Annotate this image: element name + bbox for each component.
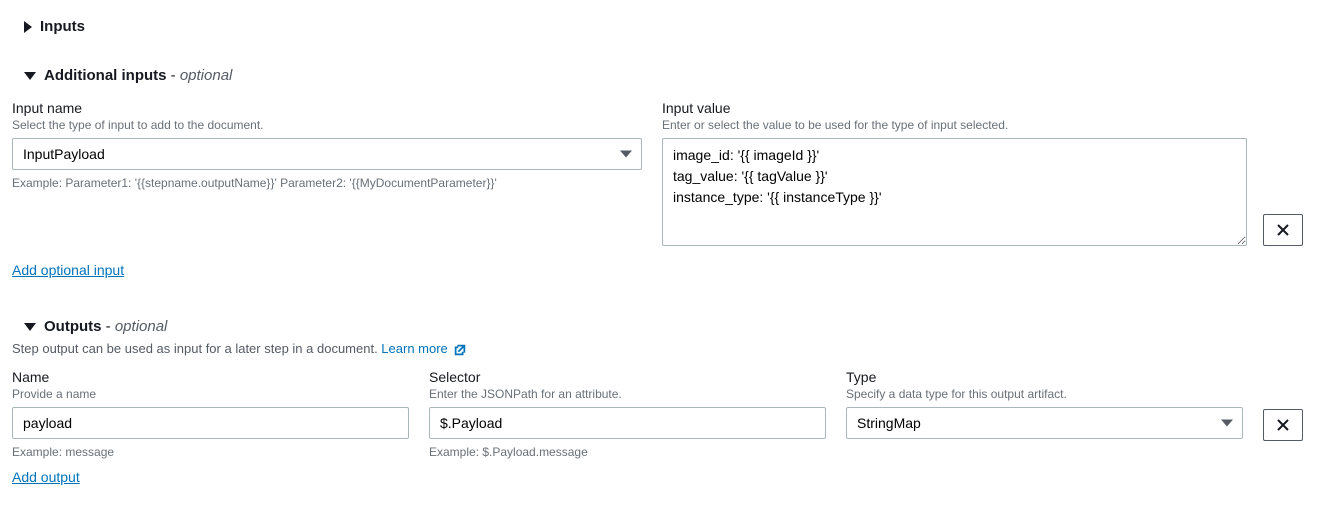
external-link-icon (453, 343, 467, 357)
output-name-input[interactable] (12, 407, 409, 439)
input-value-textarea[interactable] (662, 138, 1247, 246)
add-optional-input-link[interactable]: Add optional input (12, 262, 124, 278)
output-name-help: Provide a name (12, 387, 409, 401)
input-value-help: Enter or select the value to be used for… (662, 118, 1303, 132)
caret-down-icon (24, 323, 36, 331)
additional-inputs-section-header[interactable]: Additional inputs - optional (24, 67, 1303, 84)
outputs-title-text: Outputs (44, 318, 102, 335)
optional-label: optional (180, 67, 233, 84)
output-type-help: Specify a data type for this output arti… (846, 387, 1243, 401)
input-name-label: Input name (12, 100, 642, 116)
output-selector-field: Selector Enter the JSONPath for an attri… (429, 369, 826, 459)
output-type-label: Type (846, 369, 1243, 385)
output-name-label: Name (12, 369, 409, 385)
output-selector-input[interactable] (429, 407, 826, 439)
output-name-field: Name Provide a name Example: message (12, 369, 409, 459)
inputs-section-header[interactable]: Inputs (24, 18, 1303, 35)
inputs-title: Inputs (40, 18, 85, 35)
remove-input-button[interactable] (1263, 214, 1303, 246)
outputs-title: Outputs - optional (44, 318, 167, 335)
output-name-example: Example: message (12, 445, 409, 459)
additional-inputs-title: Additional inputs - optional (44, 67, 232, 84)
close-icon (1275, 222, 1291, 238)
input-name-help: Select the type of input to add to the d… (12, 118, 642, 132)
remove-output-button[interactable] (1263, 409, 1303, 441)
caret-right-icon (24, 21, 32, 33)
caret-down-icon (24, 72, 36, 80)
output-selector-example: Example: $.Payload.message (429, 445, 826, 459)
input-name-select[interactable] (12, 138, 642, 170)
output-selector-help: Enter the JSONPath for an attribute. (429, 387, 826, 401)
output-selector-label: Selector (429, 369, 826, 385)
input-value-label: Input value (662, 100, 1303, 116)
input-name-field: Input name Select the type of input to a… (12, 100, 642, 190)
outputs-desc-text: Step output can be used as input for a l… (12, 341, 381, 356)
additional-inputs-title-text: Additional inputs (44, 67, 166, 84)
optional-label: optional (115, 318, 168, 335)
outputs-section-header[interactable]: Outputs - optional (24, 318, 1303, 335)
outputs-desc: Step output can be used as input for a l… (12, 341, 1303, 357)
output-type-field: Type Specify a data type for this output… (846, 369, 1243, 439)
learn-more-text: Learn more (381, 341, 447, 356)
input-value-field: Input value Enter or select the value to… (662, 100, 1303, 246)
output-type-select[interactable] (846, 407, 1243, 439)
input-name-example: Example: Parameter1: '{{stepname.outputN… (12, 176, 642, 190)
add-output-link[interactable]: Add output (12, 469, 80, 485)
learn-more-link[interactable]: Learn more (381, 341, 467, 356)
close-icon (1275, 417, 1291, 433)
